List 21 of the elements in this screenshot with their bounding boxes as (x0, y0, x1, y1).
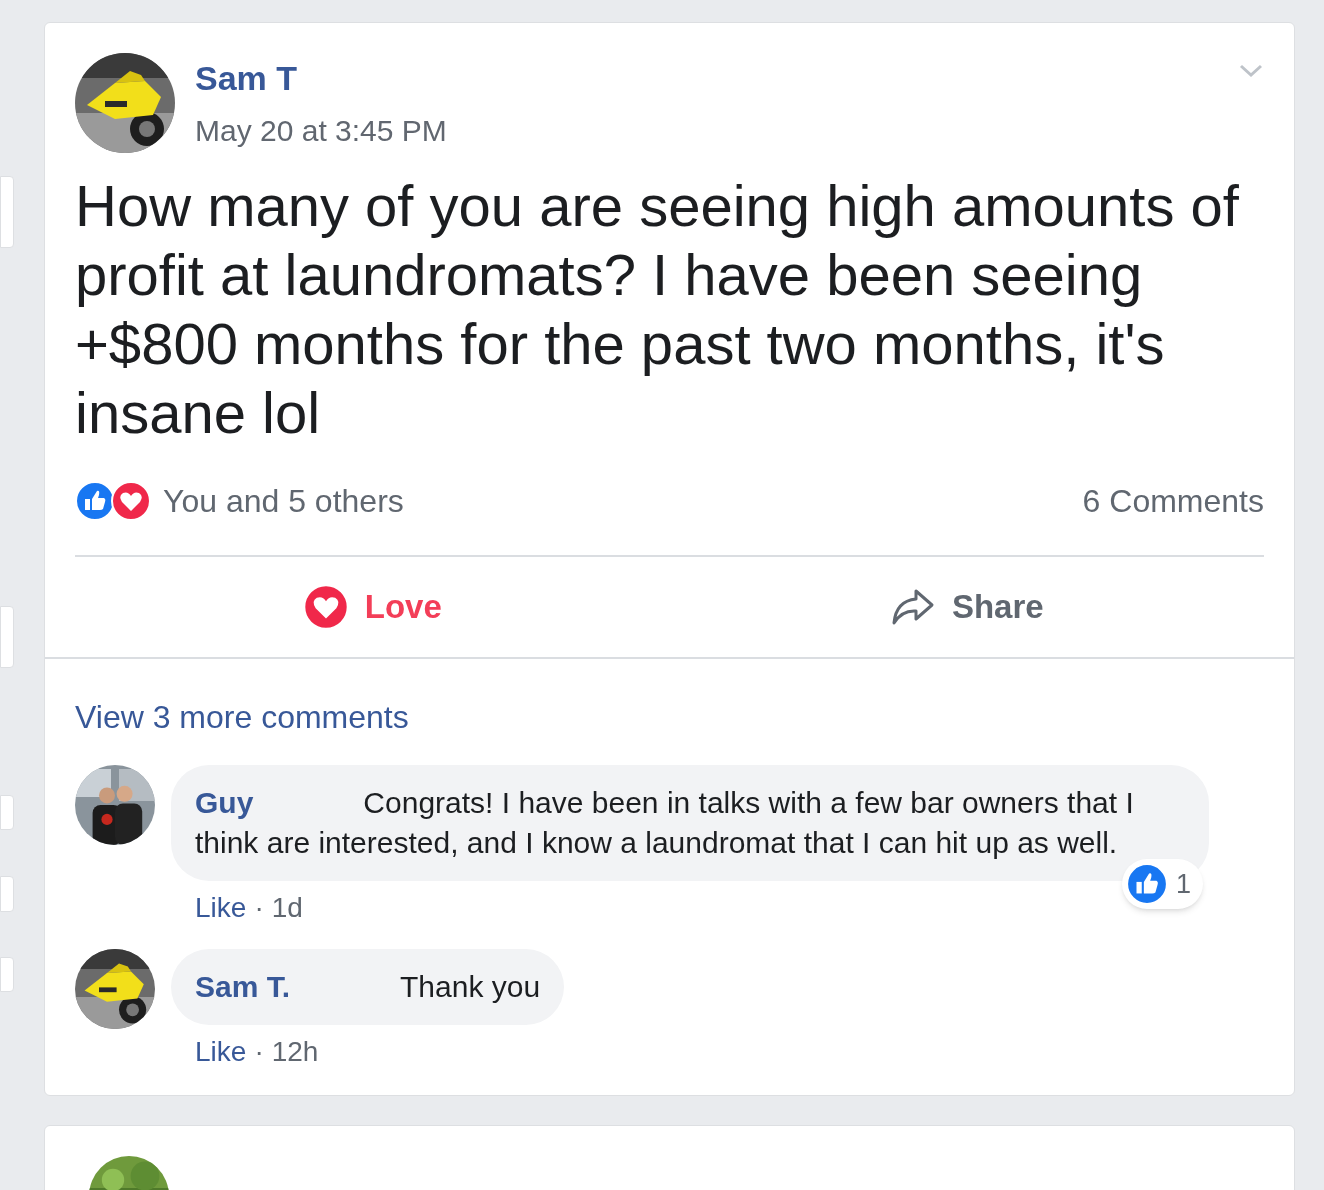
view-more-comments-link[interactable]: View 3 more comments (75, 699, 409, 735)
reactions-summary[interactable]: You and 5 others (163, 477, 404, 525)
comment-text: Guy Congrats! I have been in talks with a few bar owners that I think are interested, and I know a laundromat that I can hit up as well. (195, 785, 1135, 861)
share-button[interactable]: Share (669, 557, 1264, 657)
comment-text: Sam T. Thank you (195, 969, 541, 1005)
like-reaction-icon (1125, 863, 1168, 905)
author-name[interactable]: Sam T (195, 53, 447, 104)
comment-time[interactable]: 12h (271, 1031, 319, 1073)
post-text: How many of you are seeing high amounts of profit at laundromats? I have been seeing +$800 months for the past two months, it's insane lol (74, 172, 1240, 447)
comment-time[interactable]: 1d (271, 887, 303, 929)
like-link[interactable]: Like (195, 1031, 247, 1073)
chevron-down-icon (1238, 63, 1264, 79)
love-button[interactable]: Love (75, 557, 670, 657)
comments-count[interactable]: 6 Comments (1082, 477, 1264, 525)
like-link[interactable]: Like (195, 887, 247, 929)
separator-dot: · (254, 891, 264, 925)
comment-reaction-badge[interactable]: 1 (1121, 859, 1203, 909)
post-timestamp[interactable]: May 20 at 3:45 PM (195, 108, 447, 153)
like-reaction-icon (75, 481, 115, 521)
love-reaction-icon (111, 481, 151, 521)
separator-dot: · (254, 1035, 264, 1069)
